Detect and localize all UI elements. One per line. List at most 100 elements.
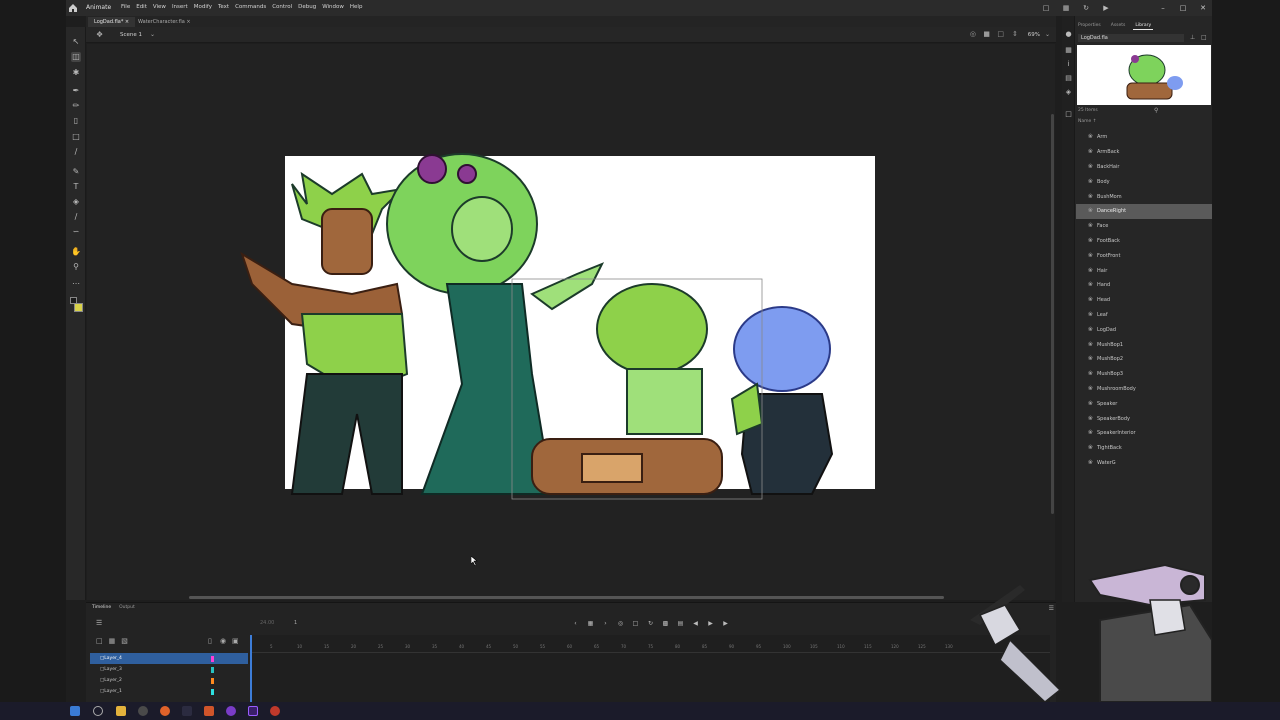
pin-icon[interactable]: ⊥ bbox=[1190, 34, 1195, 41]
info-icon[interactable]: i bbox=[1064, 60, 1073, 69]
library-item[interactable]: ❀ ArmBack bbox=[1076, 145, 1212, 160]
scene-label[interactable]: Scene 1 bbox=[120, 32, 142, 38]
playhead[interactable] bbox=[250, 635, 252, 703]
library-document-select[interactable]: LogDad.fla bbox=[1078, 34, 1184, 42]
chevron-right-icon[interactable]: › bbox=[601, 619, 610, 628]
library-item[interactable]: ❀ FootFront bbox=[1076, 248, 1212, 263]
step-back-icon[interactable]: ◀ bbox=[691, 619, 700, 628]
subselection-tool-icon[interactable]: ◫ bbox=[71, 52, 81, 62]
library-item[interactable]: ❀ Speaker bbox=[1076, 396, 1212, 411]
start-menu-icon[interactable] bbox=[70, 706, 80, 716]
lock-all-layers-icon[interactable]: ▣ bbox=[232, 637, 239, 645]
current-frame[interactable]: 1 bbox=[294, 620, 297, 626]
library-item[interactable]: ❀ LogDad bbox=[1076, 322, 1212, 337]
test-movie-icon[interactable]: ▶ bbox=[1101, 3, 1111, 13]
menu-help[interactable]: Help bbox=[350, 4, 363, 10]
edit-multiple-frames-icon[interactable]: □ bbox=[631, 619, 640, 628]
menu-debug[interactable]: Debug bbox=[298, 4, 316, 10]
chrome-icon[interactable] bbox=[138, 706, 148, 716]
menu-control[interactable]: Control bbox=[272, 4, 292, 10]
firefox-icon[interactable] bbox=[160, 706, 170, 716]
file-explorer-icon[interactable] bbox=[116, 706, 126, 716]
menu-commands[interactable]: Commands bbox=[235, 4, 266, 10]
menu-text[interactable]: Text bbox=[218, 4, 229, 10]
menu-modify[interactable]: Modify bbox=[194, 4, 212, 10]
clip-icon[interactable]: ■ bbox=[983, 30, 990, 38]
width-tool-icon[interactable]: ∽ bbox=[71, 227, 81, 237]
sync-icon[interactable]: ↻ bbox=[1081, 3, 1091, 13]
library-item[interactable]: ❀ Hair bbox=[1076, 263, 1212, 278]
fill-color-swatch[interactable] bbox=[74, 303, 83, 312]
library-item[interactable]: ❀ Arm bbox=[1076, 130, 1212, 145]
color-icon[interactable]: ◈ bbox=[1064, 88, 1073, 97]
line-tool-icon[interactable]: ∕ bbox=[71, 147, 81, 157]
library-item[interactable]: ❀ Hand bbox=[1076, 278, 1212, 293]
library-item[interactable]: ❀ TightBack bbox=[1076, 441, 1212, 456]
library-icon[interactable]: ▦ bbox=[1064, 46, 1073, 55]
recording-icon[interactable] bbox=[270, 706, 280, 716]
close-icon[interactable]: × bbox=[125, 19, 129, 25]
show-all-layers-icon[interactable]: ◉ bbox=[220, 637, 226, 645]
edit-symbol-icon[interactable]: ❖ bbox=[96, 30, 103, 39]
delete-layer-icon[interactable]: ▧ bbox=[121, 637, 128, 645]
text-tool-icon[interactable]: T bbox=[71, 182, 81, 192]
library-item[interactable]: ❀ WaterG bbox=[1076, 456, 1212, 471]
tab-watercharacter[interactable]: WaterCharacter.fla × bbox=[132, 17, 197, 27]
library-item[interactable]: ❀ DanceRight bbox=[1076, 203, 1212, 219]
layer-color-swatch[interactable] bbox=[211, 656, 214, 662]
layer-row[interactable]: □ Layer_3 bbox=[90, 664, 248, 675]
layer-row[interactable]: □ Layer_1 bbox=[90, 686, 248, 697]
new-library-icon[interactable]: □ bbox=[1201, 34, 1207, 41]
menu-edit[interactable]: Edit bbox=[136, 4, 147, 10]
chevron-left-icon[interactable]: ‹ bbox=[571, 619, 580, 628]
layers-icon[interactable]: ☰ bbox=[96, 619, 102, 627]
fps-readout[interactable]: 24.00 bbox=[260, 620, 274, 626]
center-stage-icon[interactable]: ◎ bbox=[970, 30, 976, 38]
eyedropper-icon[interactable]: ∕ bbox=[71, 212, 81, 222]
transform-icon[interactable]: □ bbox=[1064, 110, 1073, 119]
library-item[interactable]: ❀ BushMom bbox=[1076, 189, 1212, 204]
library-item[interactable]: ❀ FootBack bbox=[1076, 234, 1212, 249]
menu-insert[interactable]: Insert bbox=[172, 4, 188, 10]
brave-icon[interactable] bbox=[204, 706, 214, 716]
insert-keyframe-icon[interactable]: ▦ bbox=[586, 619, 595, 628]
obs-icon[interactable] bbox=[226, 706, 236, 716]
pasteboard[interactable] bbox=[87, 44, 1055, 600]
menu-file[interactable]: File bbox=[121, 4, 130, 10]
share-icon[interactable]: □ bbox=[1041, 3, 1051, 13]
tab-timeline[interactable]: Timeline bbox=[92, 605, 111, 610]
chevron-down-icon[interactable]: ⌄ bbox=[150, 31, 155, 38]
horizontal-scrollbar[interactable] bbox=[189, 596, 944, 599]
vertical-scrollbar[interactable] bbox=[1051, 114, 1054, 514]
hand-tool-icon[interactable]: ✋ bbox=[71, 247, 81, 257]
maximize-icon[interactable]: □ bbox=[1178, 3, 1188, 13]
layer-row[interactable]: □ Layer_2 bbox=[90, 675, 248, 686]
frame-ruler[interactable]: 5 10 15 20 25 30 35 40 45 50 55 60 65 70 75 80 85 90 95 100… bbox=[250, 643, 1050, 653]
frame-view-icon[interactable]: ▤ bbox=[676, 619, 685, 628]
tab-library[interactable]: Library bbox=[1133, 22, 1154, 30]
new-layer-icon[interactable]: □ bbox=[96, 637, 103, 645]
character-artwork[interactable] bbox=[232, 134, 872, 504]
close-icon[interactable]: ✕ bbox=[1198, 3, 1208, 13]
eraser-tool-icon[interactable]: ▯ bbox=[71, 116, 81, 126]
properties-icon[interactable]: ● bbox=[1064, 30, 1073, 39]
library-item[interactable]: ❀ Leaf bbox=[1076, 308, 1212, 323]
more-tools-icon[interactable]: ⋯ bbox=[71, 279, 81, 289]
library-item[interactable]: ❀ Body bbox=[1076, 174, 1212, 189]
brush-tool-icon[interactable]: ✏ bbox=[71, 101, 81, 111]
library-item[interactable]: ❀ MushroomBody bbox=[1076, 382, 1212, 397]
tab-assets[interactable]: Assets bbox=[1109, 22, 1128, 30]
home-icon[interactable] bbox=[68, 3, 78, 13]
tab-output[interactable]: Output bbox=[119, 605, 135, 610]
search-icon[interactable]: ⚲ bbox=[1154, 107, 1158, 114]
close-icon[interactable]: × bbox=[186, 19, 190, 25]
camera-icon[interactable]: ▩ bbox=[661, 619, 670, 628]
selection-tool-icon[interactable]: ↖ bbox=[71, 37, 81, 47]
library-item[interactable]: ❀ BackHair bbox=[1076, 160, 1212, 175]
rectangle-tool-icon[interactable]: □ bbox=[71, 132, 81, 142]
search-icon[interactable] bbox=[93, 706, 103, 716]
library-item[interactable]: ❀ MushBop3 bbox=[1076, 367, 1212, 382]
library-item[interactable]: ❀ Head bbox=[1076, 293, 1212, 308]
library-item[interactable]: ❀ MushBop1 bbox=[1076, 337, 1212, 352]
onion-skin-icon[interactable]: ◎ bbox=[616, 619, 625, 628]
